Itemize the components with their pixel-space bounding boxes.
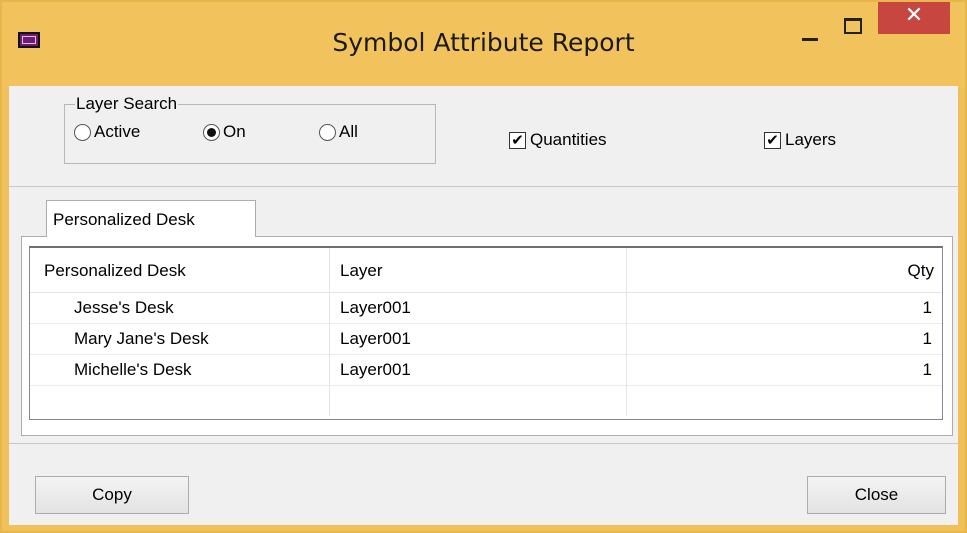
quantities-checkbox[interactable]: ✔ Quantities — [509, 130, 607, 150]
column-header-layer[interactable]: Layer — [330, 248, 627, 292]
table-header: Personalized Desk Layer Qty — [30, 248, 942, 293]
radio-active-label: Active — [94, 122, 141, 141]
layers-checkbox[interactable]: ✔ Layers — [764, 130, 836, 150]
table-row[interactable]: Michelle's Desk Layer001 1 — [30, 354, 942, 386]
close-button[interactable]: Close — [807, 476, 946, 514]
table-row[interactable]: Jesse's Desk Layer001 1 — [30, 292, 942, 324]
row-layer: Layer001 — [340, 298, 411, 317]
row-qty: 1 — [922, 329, 932, 348]
column-header-qty[interactable]: Qty — [627, 248, 942, 292]
radio-on-label: On — [223, 122, 246, 141]
quantities-label: Quantities — [530, 130, 607, 149]
tab-control: Personalized Desk Personalized Desk Laye… — [21, 200, 953, 440]
row-layer: Layer001 — [340, 329, 411, 348]
radio-all[interactable]: All — [319, 122, 358, 142]
tab-page: Personalized Desk Layer Qty Jesse's Desk — [21, 236, 953, 436]
table-cell-divider — [30, 385, 330, 416]
column-header-qty-label: Qty — [907, 261, 934, 280]
layers-check-icon[interactable]: ✔ — [764, 131, 781, 149]
table-cell-divider — [330, 385, 627, 416]
quantities-check-icon[interactable]: ✔ — [509, 131, 526, 149]
column-header-name[interactable]: Personalized Desk — [30, 248, 330, 292]
radio-on[interactable]: On — [203, 122, 246, 142]
radio-on-indicator[interactable] — [203, 123, 220, 141]
radio-all-indicator[interactable] — [319, 123, 336, 141]
row-name: Michelle's Desk — [74, 360, 192, 379]
tab-personalized-desk[interactable]: Personalized Desk — [46, 200, 256, 237]
row-qty: 1 — [922, 360, 932, 379]
button-panel: Copy Close — [9, 443, 958, 525]
row-name: Jesse's Desk — [74, 298, 174, 317]
title-bar[interactable]: Symbol Attribute Report ✕ — [2, 2, 965, 88]
report-window: Symbol Attribute Report ✕ Layer Search A… — [0, 0, 967, 533]
row-layer: Layer001 — [340, 360, 411, 379]
layers-label: Layers — [785, 130, 837, 149]
column-header-name-label: Personalized Desk — [44, 261, 186, 280]
maximize-icon[interactable] — [834, 16, 870, 46]
table-empty-row — [30, 385, 942, 416]
column-header-layer-label: Layer — [340, 261, 383, 280]
report-table: Personalized Desk Layer Qty Jesse's Desk — [29, 246, 943, 420]
radio-all-label: All — [339, 122, 358, 141]
close-icon[interactable]: ✕ — [878, 2, 950, 34]
options-panel: Layer Search Active On All ✔ Quantities … — [9, 86, 958, 187]
row-name: Mary Jane's Desk — [74, 329, 209, 348]
layer-search-legend: Layer Search — [76, 94, 178, 113]
copy-button[interactable]: Copy — [35, 476, 189, 514]
row-qty: 1 — [922, 298, 932, 317]
minimize-icon[interactable] — [792, 16, 828, 46]
dialog-client-area: Layer Search Active On All ✔ Quantities … — [9, 86, 958, 525]
radio-active[interactable]: Active — [74, 122, 140, 142]
radio-active-indicator[interactable] — [74, 123, 91, 141]
table-row[interactable]: Mary Jane's Desk Layer001 1 — [30, 323, 942, 355]
